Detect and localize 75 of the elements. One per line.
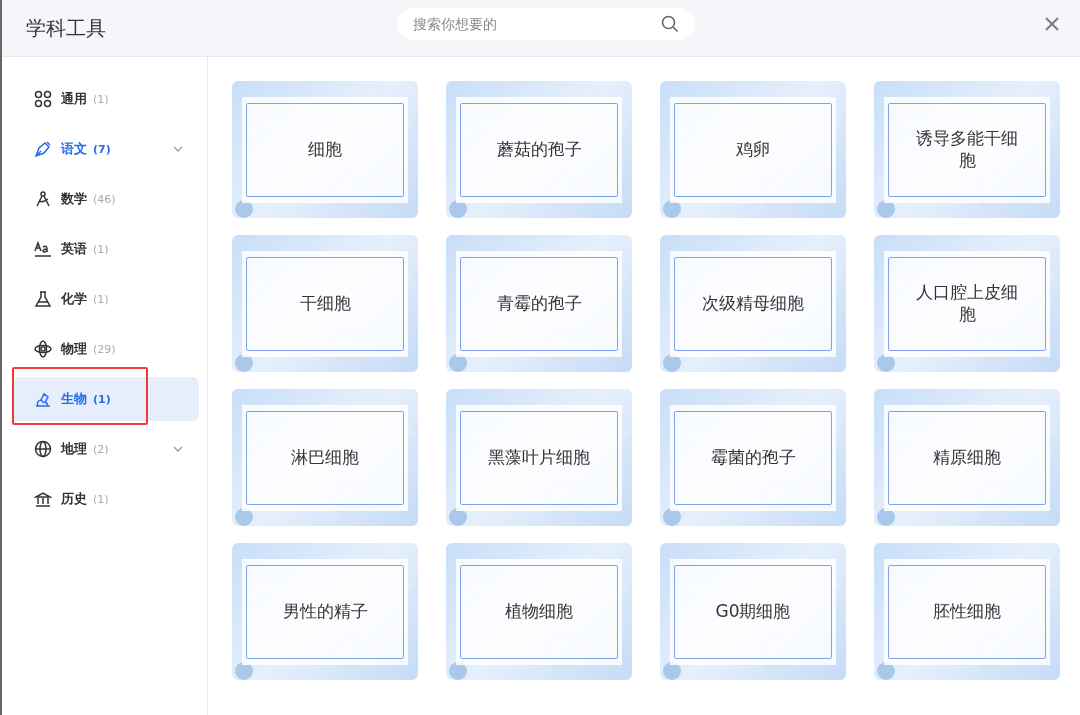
chevron-down-icon: [173, 446, 183, 452]
card-label: 黑藻叶片细胞: [460, 410, 618, 505]
sidebar-item[interactable]: 英语 (1): [14, 227, 199, 271]
tool-card[interactable]: 霉菌的孢子: [660, 389, 846, 526]
item-count: (2): [93, 442, 109, 456]
card-label: 精原细胞: [888, 410, 1046, 505]
card-label: 植物细胞: [460, 564, 618, 659]
item-count: (46): [93, 192, 116, 206]
subject-icon: [34, 490, 52, 508]
subject-label: 数学: [61, 190, 87, 208]
subject-label: 英语: [61, 240, 87, 258]
subject-icon: [34, 290, 52, 308]
card-label: 人口腔上皮细胞: [888, 256, 1046, 351]
subject-label: 通用: [61, 90, 87, 108]
close-button[interactable]: [1044, 16, 1060, 32]
sidebar-item[interactable]: 物理 (29): [14, 327, 199, 371]
search-icon: [661, 15, 679, 33]
item-count: (1): [93, 92, 109, 106]
sidebar-item[interactable]: 历史 (1): [14, 477, 199, 521]
subject-label: 生物: [61, 390, 87, 408]
card-label: 胚性细胞: [888, 564, 1046, 659]
subject-label: 历史: [61, 490, 87, 508]
tool-card[interactable]: 鸡卵: [660, 81, 846, 218]
card-label: 诱导多能干细胞: [888, 102, 1046, 197]
tool-card[interactable]: 淋巴细胞: [232, 389, 418, 526]
sidebar-item[interactable]: 通用 (1): [14, 77, 199, 121]
subject-label: 化学: [61, 290, 87, 308]
tool-card[interactable]: 细胞: [232, 81, 418, 218]
search-field[interactable]: 搜索你想要的: [397, 8, 695, 40]
tool-card[interactable]: 植物细胞: [446, 543, 632, 680]
sidebar-item[interactable]: 语文 (7): [14, 127, 199, 171]
sidebar-item[interactable]: 化学 (1): [14, 277, 199, 321]
sidebar-item[interactable]: 数学 (46): [14, 177, 199, 221]
card-label: G0期细胞: [674, 564, 832, 659]
card-label: 霉菌的孢子: [674, 410, 832, 505]
chevron-down-icon: [173, 146, 183, 152]
subject-icon: [34, 390, 52, 408]
item-count: (1): [93, 242, 109, 256]
sidebar-item[interactable]: 地理 (2): [14, 427, 199, 471]
sidebar-item[interactable]: 生物 (1): [14, 377, 199, 421]
card-label: 干细胞: [246, 256, 404, 351]
card-label: 蘑菇的孢子: [460, 102, 618, 197]
tool-card[interactable]: 精原细胞: [874, 389, 1060, 526]
tool-card[interactable]: 干细胞: [232, 235, 418, 372]
item-count: (29): [93, 342, 116, 356]
card-label: 细胞: [246, 102, 404, 197]
tool-card[interactable]: 胚性细胞: [874, 543, 1060, 680]
subject-label: 物理: [61, 340, 87, 358]
item-count: (7): [93, 142, 111, 156]
tool-card[interactable]: 诱导多能干细胞: [874, 81, 1060, 218]
item-count: (1): [93, 392, 111, 406]
window-title: 学科工具: [26, 14, 106, 42]
subject-icon: [34, 340, 52, 358]
subject-icon: [34, 190, 52, 208]
tool-card[interactable]: 次级精母细胞: [660, 235, 846, 372]
tool-card[interactable]: G0期细胞: [660, 543, 846, 680]
tool-card[interactable]: 蘑菇的孢子: [446, 81, 632, 218]
subject-icon: [34, 440, 52, 458]
subject-label: 语文: [61, 140, 87, 158]
close-icon: [1044, 16, 1060, 32]
subject-label: 地理: [61, 440, 87, 458]
tool-card[interactable]: 男性的精子: [232, 543, 418, 680]
tool-card[interactable]: 青霉的孢子: [446, 235, 632, 372]
card-label: 次级精母细胞: [674, 256, 832, 351]
card-label: 青霉的孢子: [460, 256, 618, 351]
subject-icon: [34, 140, 52, 158]
item-count: (1): [93, 492, 109, 506]
item-count: (1): [93, 292, 109, 306]
card-label: 男性的精子: [246, 564, 404, 659]
tool-card[interactable]: 人口腔上皮细胞: [874, 235, 1060, 372]
card-label: 淋巴细胞: [246, 410, 404, 505]
tool-card[interactable]: 黑藻叶片细胞: [446, 389, 632, 526]
subject-icon: [34, 240, 52, 258]
subject-icon: [34, 90, 52, 108]
card-label: 鸡卵: [674, 102, 832, 197]
